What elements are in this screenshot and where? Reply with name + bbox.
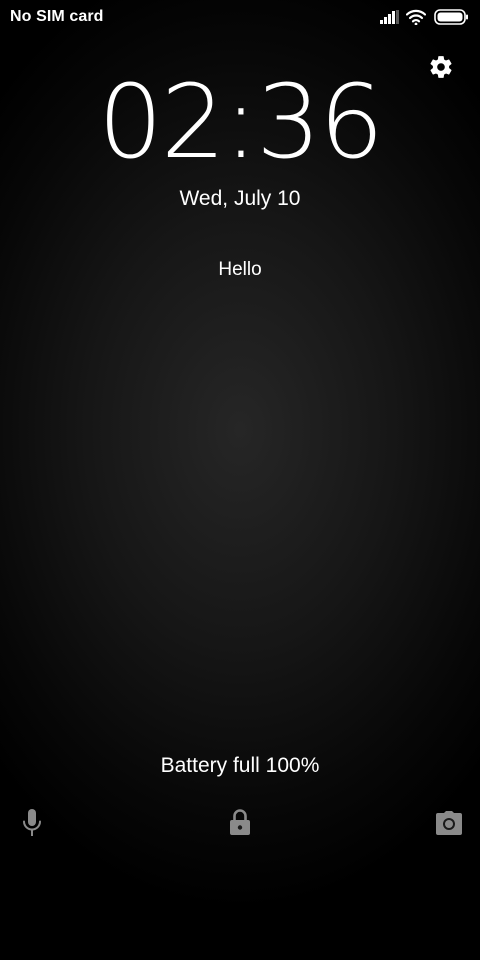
lock-icon[interactable] [228, 808, 252, 836]
battery-status: Battery full 100% [160, 754, 320, 777]
battery-fill [437, 12, 463, 22]
microphone-icon[interactable] [20, 808, 44, 838]
clock-date: Wed, July 10 [179, 187, 301, 210]
carrier-label: No SIM card [10, 8, 104, 25]
clock-time: 02:36 [98, 63, 384, 182]
camera-icon[interactable] [435, 810, 463, 836]
owner-message: Hello [218, 259, 262, 280]
status-icons [380, 8, 468, 26]
status-bar: No SIM card [0, 0, 480, 34]
wifi-icon [406, 9, 426, 25]
lock-screen: No SIM card 02:36 Wed, July 10 Hello Bat… [0, 0, 480, 960]
battery-icon [434, 9, 468, 25]
signal-icon [380, 10, 399, 24]
